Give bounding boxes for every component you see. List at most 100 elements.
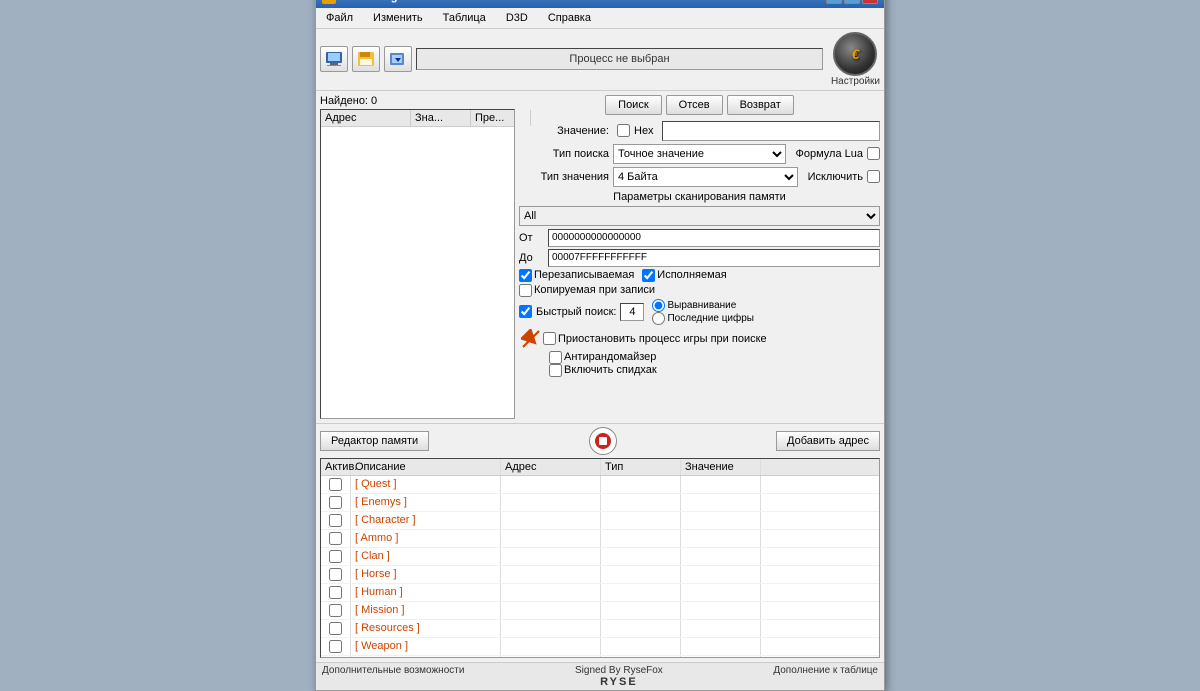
main-window: CE ChEAt Engine 7.0 — □ ✕ Файл Изменить … bbox=[315, 0, 885, 691]
col-value: Значение bbox=[681, 459, 761, 475]
memory-range-select[interactable]: All bbox=[519, 206, 880, 226]
row-value bbox=[681, 656, 761, 658]
memory-editor-button[interactable]: Редактор памяти bbox=[320, 431, 429, 451]
row-type bbox=[601, 512, 681, 529]
row-checkbox[interactable] bbox=[329, 532, 342, 545]
minimize-button[interactable]: — bbox=[826, 0, 842, 4]
table-row[interactable]: [ Smith ] bbox=[321, 656, 879, 658]
row-address bbox=[501, 638, 601, 655]
value-type-select[interactable]: 4 Байта bbox=[613, 167, 798, 187]
executable-item: Исполняемая bbox=[642, 269, 726, 282]
row-value bbox=[681, 530, 761, 547]
value-input[interactable] bbox=[662, 121, 880, 141]
load-button[interactable] bbox=[384, 46, 412, 72]
executable-label: Исполняемая bbox=[657, 269, 726, 281]
row-description: [ Horse ] bbox=[351, 566, 501, 583]
antirandom-checkbox[interactable] bbox=[549, 351, 562, 364]
row-description: [ Enemys ] bbox=[351, 494, 501, 511]
menu-file[interactable]: Файл bbox=[320, 10, 359, 26]
hex-checkbox[interactable] bbox=[617, 124, 630, 137]
close-button[interactable]: ✕ bbox=[862, 0, 878, 4]
table-row[interactable]: [ Clan ] bbox=[321, 548, 879, 566]
process-name-bar[interactable]: Процесс не выбран bbox=[416, 48, 823, 70]
from-input[interactable] bbox=[548, 229, 880, 247]
table-row[interactable]: [ Ammo ] bbox=[321, 530, 879, 548]
status-bar: Дополнительные возможности Signed By Rys… bbox=[316, 662, 884, 690]
fast-search-checkbox[interactable] bbox=[519, 305, 532, 318]
status-right: Дополнение к таблице bbox=[773, 665, 878, 688]
titlebar-left: CE ChEAt Engine 7.0 bbox=[322, 0, 432, 4]
address-table[interactable]: Актив. Описание Адрес Тип Значение [ Que… bbox=[320, 458, 880, 658]
suspend-row: Приостановить процесс игры при поиске bbox=[543, 332, 767, 345]
row-description: [ Smith ] bbox=[351, 656, 501, 658]
row-checkbox[interactable] bbox=[329, 568, 342, 581]
row-checkbox-cell bbox=[321, 602, 351, 619]
table-row[interactable]: [ Resources ] bbox=[321, 620, 879, 638]
lua-formula-checkbox[interactable] bbox=[867, 147, 880, 160]
filter-button[interactable]: Отсев bbox=[666, 95, 723, 115]
row-type bbox=[601, 476, 681, 493]
settings-label[interactable]: Настройки bbox=[831, 76, 880, 87]
row-description: [ Human ] bbox=[351, 584, 501, 601]
to-input[interactable] bbox=[548, 249, 880, 267]
row-checkbox[interactable] bbox=[329, 640, 342, 653]
fast-search-value-input[interactable] bbox=[620, 303, 644, 321]
table-row[interactable]: [ Quest ] bbox=[321, 476, 879, 494]
menu-help[interactable]: Справка bbox=[542, 10, 597, 26]
row-checkbox[interactable] bbox=[329, 586, 342, 599]
extra-options: Антирандомайзер Включить спидхак bbox=[549, 351, 880, 377]
row-checkbox[interactable] bbox=[329, 478, 342, 491]
table-row[interactable]: [ Enemys ] bbox=[321, 494, 879, 512]
menu-table[interactable]: Таблица bbox=[437, 10, 492, 26]
row-checkbox[interactable] bbox=[329, 622, 342, 635]
arrow-icon bbox=[521, 329, 541, 349]
results-body[interactable] bbox=[321, 127, 514, 407]
copy-on-write-checkbox[interactable] bbox=[519, 284, 532, 297]
suspend-checkbox[interactable] bbox=[543, 332, 556, 345]
scan-type-select[interactable]: Точное значение bbox=[613, 144, 786, 164]
table-row[interactable]: [ Human ] bbox=[321, 584, 879, 602]
stop-button[interactable] bbox=[589, 427, 617, 455]
row-value bbox=[681, 638, 761, 655]
memory-params-title: Параметры сканирования памяти bbox=[519, 191, 880, 203]
row-checkbox[interactable] bbox=[329, 604, 342, 617]
align-radio[interactable] bbox=[652, 299, 665, 312]
found-label: Найдено: 0 bbox=[320, 95, 515, 107]
search-button[interactable]: Поиск bbox=[605, 95, 661, 115]
save-button[interactable] bbox=[352, 46, 380, 72]
row-address bbox=[501, 512, 601, 529]
writable-checkbox[interactable] bbox=[519, 269, 532, 282]
table-row[interactable]: [ Mission ] bbox=[321, 602, 879, 620]
row-checkbox[interactable] bbox=[329, 514, 342, 527]
from-label: От bbox=[519, 232, 544, 244]
last-digits-radio[interactable] bbox=[652, 312, 665, 325]
row-checkbox[interactable] bbox=[329, 496, 342, 509]
menu-d3d[interactable]: D3D bbox=[500, 10, 534, 26]
cheat-engine-logo: € bbox=[833, 32, 877, 76]
row-address bbox=[501, 530, 601, 547]
exclude-checkbox[interactable] bbox=[867, 170, 880, 183]
ryse-label: RYSE bbox=[600, 676, 638, 688]
copy-on-write-label: Копируемая при записи bbox=[534, 284, 655, 296]
row-checkbox[interactable] bbox=[329, 550, 342, 563]
right-panel: Поиск Отсев Возврат Значение: Hex Тип по… bbox=[519, 95, 880, 419]
toolbar: Процесс не выбран € Настройки bbox=[316, 29, 884, 91]
return-button[interactable]: Возврат bbox=[727, 95, 794, 115]
add-address-button[interactable]: Добавить адрес bbox=[776, 431, 880, 451]
row-address bbox=[501, 494, 601, 511]
speedhack-checkbox[interactable] bbox=[549, 364, 562, 377]
open-process-button[interactable] bbox=[320, 46, 348, 72]
row-checkbox-cell bbox=[321, 638, 351, 655]
signed-by: Signed By RyseFox bbox=[575, 665, 663, 676]
row-type bbox=[601, 494, 681, 511]
row-value bbox=[681, 512, 761, 529]
row-type bbox=[601, 656, 681, 658]
executable-checkbox[interactable] bbox=[642, 269, 655, 282]
table-row[interactable]: [ Character ] bbox=[321, 512, 879, 530]
table-row[interactable]: [ Horse ] bbox=[321, 566, 879, 584]
value-type-label: Тип значения bbox=[519, 171, 609, 183]
menubar: Файл Изменить Таблица D3D Справка bbox=[316, 8, 884, 29]
maximize-button[interactable]: □ bbox=[844, 0, 860, 4]
menu-edit[interactable]: Изменить bbox=[367, 10, 429, 26]
table-row[interactable]: [ Weapon ] bbox=[321, 638, 879, 656]
